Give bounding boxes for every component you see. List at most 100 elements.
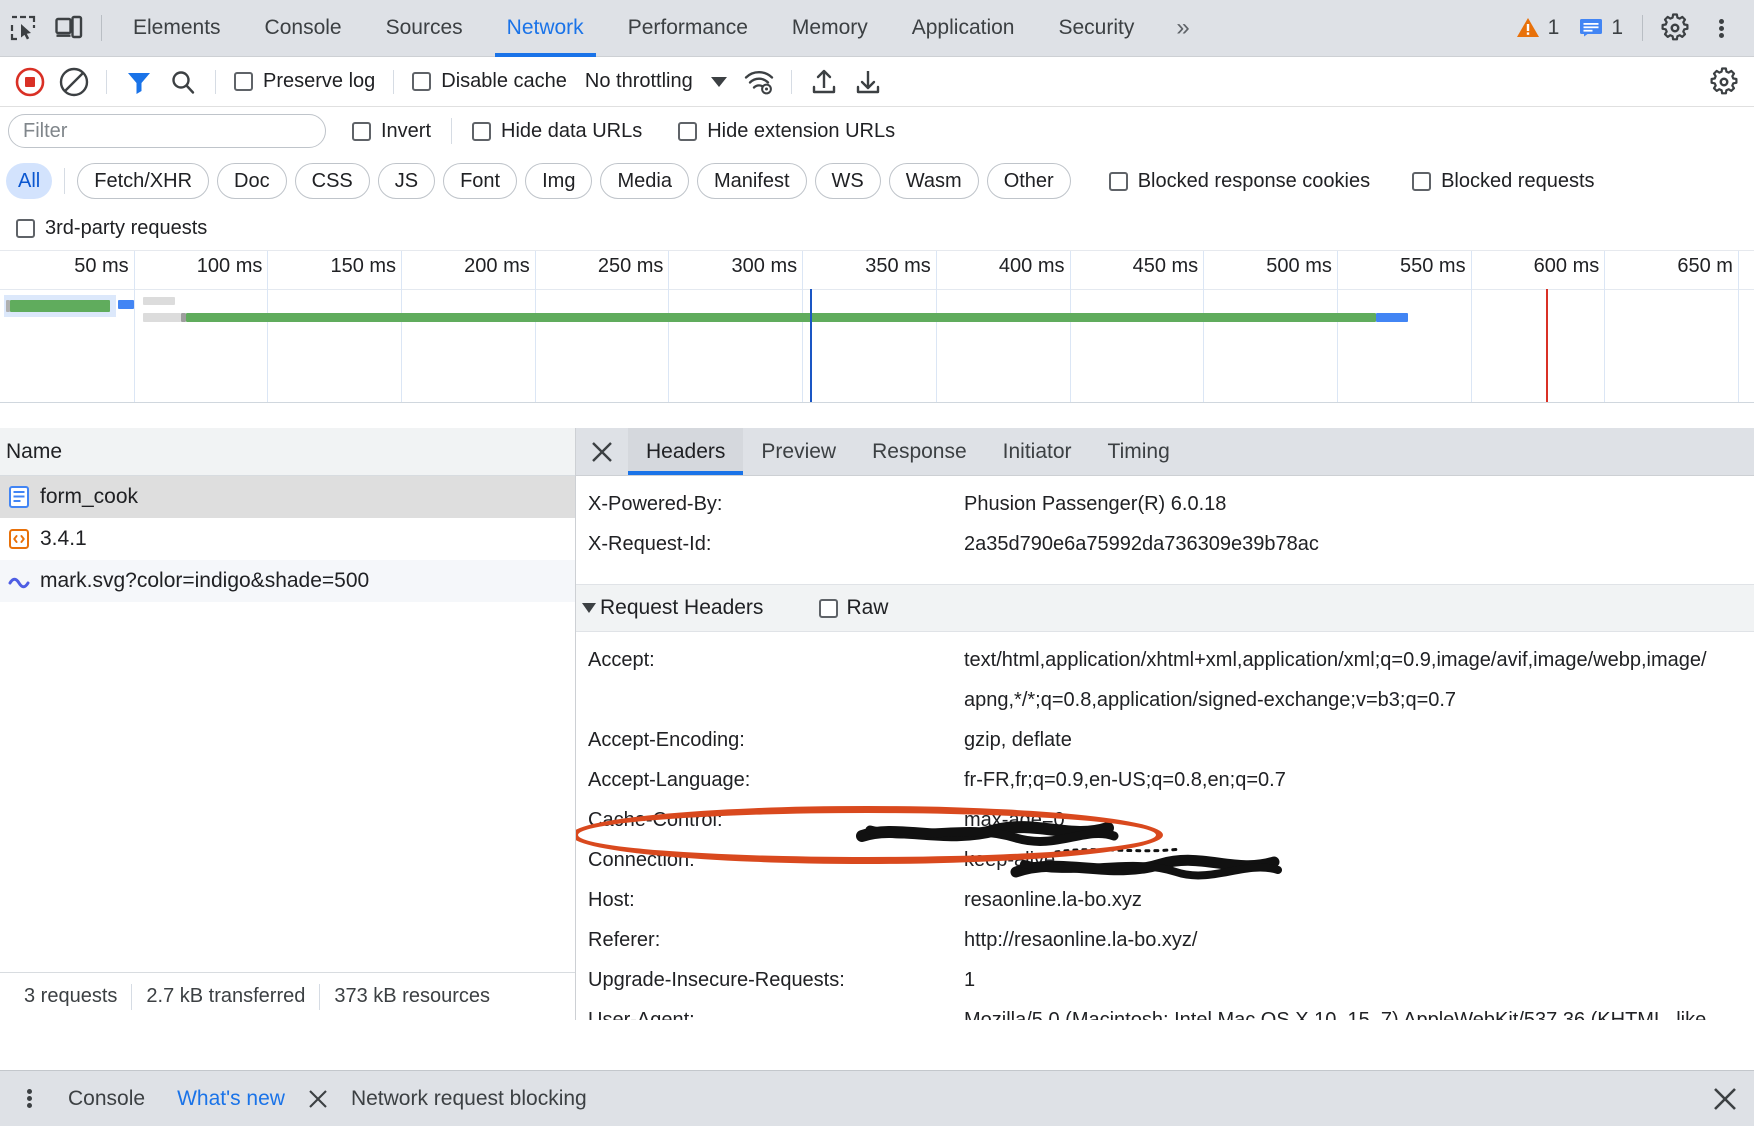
headers-body[interactable]: X-Powered-By: Phusion Passenger(R) 6.0.1… — [576, 476, 1754, 1020]
checkbox-box — [819, 598, 839, 618]
drawer-tab-console[interactable]: Console — [52, 1071, 161, 1126]
overview-tick: 400 ms — [999, 251, 1071, 402]
tab-label: Application — [911, 16, 1015, 39]
pill-label: Wasm — [905, 169, 962, 192]
tab-memory[interactable]: Memory — [770, 0, 890, 57]
filter-funnel-icon[interactable] — [117, 62, 161, 102]
request-row-mark-svg[interactable]: mark.svg?color=indigo&shade=500 — [0, 560, 575, 602]
summary-requests: 3 requests — [24, 985, 118, 1007]
download-har-icon[interactable] — [846, 62, 890, 102]
type-filter-js[interactable]: JS — [377, 163, 436, 199]
drawer-tab-network-request-blocking[interactable]: Network request blocking — [335, 1071, 603, 1126]
blocked-response-cookies-checkbox[interactable]: Blocked response cookies — [1101, 170, 1378, 193]
tab-console[interactable]: Console — [243, 0, 364, 57]
tab-security[interactable]: Security — [1036, 0, 1156, 57]
blocked-requests-checkbox[interactable]: Blocked requests — [1404, 170, 1602, 193]
raw-toggle[interactable]: Raw — [819, 596, 888, 620]
upload-har-icon[interactable] — [802, 62, 846, 102]
drawer-tab-whats-new[interactable]: What's new — [161, 1071, 301, 1126]
request-name: 3.4.1 — [40, 527, 87, 550]
overview-bar-request-3-tail — [1376, 313, 1408, 322]
network-toolbar-right — [1702, 62, 1754, 102]
search-icon[interactable] — [161, 62, 205, 102]
type-filter-media[interactable]: Media — [600, 163, 689, 199]
tab-elements[interactable]: Elements — [111, 0, 243, 57]
dom-content-loaded-marker — [810, 289, 812, 402]
tab-headers[interactable]: Headers — [628, 428, 744, 475]
type-filter-other[interactable]: Other — [986, 163, 1071, 199]
request-row-form-cook[interactable]: form_cook — [0, 476, 575, 518]
tab-label: Elements — [133, 16, 221, 39]
checkbox-box — [16, 219, 35, 238]
header-value: text/html,application/xhtml+xml,applicat… — [964, 649, 1707, 711]
pill-label: Doc — [234, 169, 270, 192]
request-list[interactable]: form_cook 3.4.1 mark.svg?color=indigo&sh… — [0, 476, 575, 972]
overview-tick: 250 ms — [598, 251, 670, 402]
header-row-referer: Referer: http://resaonline.la-bo.xyz/ — [576, 920, 1754, 960]
overview-tick-label: 550 ms — [1399, 255, 1466, 277]
drawer-close-icon[interactable] — [1710, 1084, 1754, 1114]
throttling-select[interactable]: No throttling — [575, 70, 737, 93]
inspect-element-icon[interactable] — [0, 5, 46, 51]
detail-tab-label: Initiator — [1002, 439, 1072, 463]
hide-data-urls-checkbox[interactable]: Hide data URLs — [464, 120, 650, 143]
toolbar-divider — [64, 168, 66, 194]
clear-icon[interactable] — [52, 62, 96, 102]
type-filter-all[interactable]: All — [6, 163, 53, 199]
more-vertical-icon[interactable] — [6, 1076, 52, 1122]
header-key: X-Request-Id: — [588, 533, 712, 555]
filter-input[interactable] — [8, 114, 326, 148]
wifi-settings-icon[interactable] — [737, 62, 781, 102]
gear-icon[interactable] — [1702, 62, 1746, 102]
gear-icon[interactable] — [1652, 5, 1698, 51]
type-filter-wasm[interactable]: Wasm — [888, 163, 979, 199]
device-toolbar-icon[interactable] — [46, 5, 92, 51]
tab-performance[interactable]: Performance — [606, 0, 770, 57]
type-filter-font[interactable]: Font — [443, 163, 518, 199]
checkbox-box — [1412, 171, 1432, 191]
drawer-tab-close-icon[interactable] — [301, 1071, 335, 1126]
tab-response[interactable]: Response — [854, 428, 985, 475]
tab-initiator[interactable]: Initiator — [985, 428, 1090, 475]
message-badge[interactable]: 1 — [1569, 16, 1633, 40]
type-filter-manifest[interactable]: Manifest — [696, 163, 807, 199]
tab-timing[interactable]: Timing — [1090, 428, 1188, 475]
type-filter-img[interactable]: Img — [525, 163, 593, 199]
more-vertical-icon[interactable] — [1698, 5, 1744, 51]
type-filter-doc[interactable]: Doc — [217, 163, 287, 199]
toolbar-divider — [790, 69, 792, 94]
invert-checkbox[interactable]: Invert — [344, 120, 439, 143]
tab-network[interactable]: Network — [485, 0, 606, 57]
preserve-log-checkbox[interactable]: Preserve log — [226, 70, 383, 93]
request-column-header[interactable]: Name — [0, 428, 575, 476]
type-filter-css[interactable]: CSS — [294, 163, 370, 199]
tab-application[interactable]: Application — [890, 0, 1037, 57]
detail-tab-label: Headers — [646, 439, 726, 463]
more-tabs-icon[interactable]: » — [1156, 0, 1209, 57]
type-filter-ws[interactable]: WS — [814, 163, 881, 199]
warning-badge[interactable]: 1 — [1506, 16, 1570, 40]
third-party-requests-checkbox[interactable]: 3rd-party requests — [8, 217, 215, 240]
record-stop-icon[interactable] — [8, 62, 52, 102]
header-row-upgrade-insecure-requests: Upgrade-Insecure-Requests: 1 — [576, 960, 1754, 1000]
disable-cache-checkbox[interactable]: Disable cache — [404, 70, 575, 93]
image-icon — [8, 570, 30, 592]
message-bubble-icon — [1580, 19, 1603, 37]
header-row-accept-encoding: Accept-Encoding: gzip, deflate — [576, 720, 1754, 760]
request-row-341[interactable]: 3.4.1 — [0, 518, 575, 560]
toolbar-divider — [451, 118, 453, 144]
tab-sources[interactable]: Sources — [364, 0, 485, 57]
close-icon[interactable] — [576, 428, 628, 475]
type-filter-fetch-xhr[interactable]: Fetch/XHR — [77, 163, 210, 199]
devtools-status-group: 1 1 — [1506, 0, 1754, 57]
third-party-requests-label: 3rd-party requests — [45, 217, 208, 239]
header-value: max-age=0 — [964, 809, 1065, 831]
request-headers-section-header[interactable]: Request Headers Raw — [576, 584, 1754, 632]
hide-extension-urls-checkbox[interactable]: Hide extension URLs — [670, 120, 903, 143]
type-filter-row: All Fetch/XHR Doc CSS JS Font Img Media … — [0, 155, 1754, 207]
network-overview[interactable]: 50 ms 100 ms 150 ms 200 ms 250 ms 300 ms 350 m… — [0, 251, 1754, 403]
overview-tick-label: 400 ms — [998, 255, 1065, 277]
summary-transferred: 2.7 kB transferred — [146, 985, 306, 1007]
pill-label: JS — [394, 169, 419, 192]
tab-preview[interactable]: Preview — [743, 428, 854, 475]
